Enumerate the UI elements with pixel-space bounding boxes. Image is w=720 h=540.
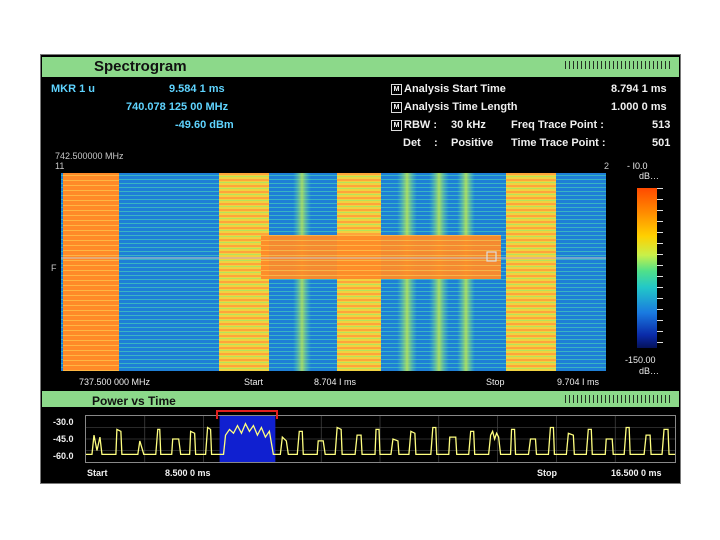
spectrogram-start-value: 8.704 I ms [314,377,357,387]
time-trace-point-value: 501 [652,137,671,149]
color-scale-bottom: -150.00 [625,355,656,365]
analyzer-window: Spectrogram MKR 1 u 9.584 1 ms 740.078 1… [40,54,681,484]
spectrogram-display[interactable] [61,173,606,371]
rbw-value: 30 kHz [451,119,486,131]
marker-frequency: 740.078 125 00 MHz [126,101,229,113]
edit-box-icon: M [391,120,402,131]
pvt-ytick-mid: -45.0 [53,434,74,444]
color-scale-ticks [657,188,663,348]
pvt-stop-value: 16.500 0 ms [611,468,662,478]
spectrogram-title-bar: Spectrogram [42,57,679,77]
color-scale-bar [637,188,657,348]
analysis-start-time-value: 8.794 1 ms [611,83,667,95]
pvt-start-label: Start [87,468,108,478]
rbw-setting[interactable]: M RBW : [391,119,437,131]
spectrogram-title: Spectrogram [94,58,187,75]
color-scale-top: - I0.0 [627,161,648,171]
spectrogram-stop-value: 9.704 I ms [557,377,600,387]
bottom-frequency-label: 737.500 000 MHz [79,377,151,387]
marker-power: -49.60 dBm [175,119,234,131]
freq-trace-point-value: 513 [652,119,671,131]
analysis-window-bracket [216,410,278,419]
edit-box-icon: M [391,102,402,113]
detector-colon: : [434,137,438,149]
detector-value: Positive [451,137,494,149]
spectrogram-stop-label: Stop [486,377,505,387]
pvt-title: Power vs Time [92,394,176,408]
pvt-tick-ruler [565,395,673,403]
freq-trace-point-label: Freq Trace Point : [511,119,604,131]
pvt-stop-label: Stop [537,468,557,478]
pvt-ytick-top: -30.0 [53,417,74,427]
color-scale-bottom-unit: dB… [639,366,660,376]
spectrogram-start-label: Start [244,377,264,387]
title-tick-ruler [565,61,673,69]
analysis-start-time-setting[interactable]: M Analysis Start Time [391,83,506,95]
time-trace-point-label: Time Trace Point : [511,137,606,149]
marker-time: 9.584 1 ms [169,83,225,95]
top-left-mark: 11 [55,161,65,171]
top-frequency-label: 742.500000 MHz [55,151,124,161]
analysis-time-length-value: 1.000 0 ms [611,101,667,113]
analysis-time-length-setting[interactable]: M Analysis Time Length [391,101,518,113]
top-right-mark: 2 [604,161,610,171]
pvt-start-value: 8.500 0 ms [165,468,211,478]
pvt-title-bar: Power vs Time [42,391,679,408]
detector-label: Det [403,137,421,149]
frequency-mark: F [51,263,57,273]
edit-box-icon: M [391,84,402,95]
analysis-window-box[interactable] [219,416,276,462]
pvt-ytick-bottom: -60.0 [53,451,74,461]
marker-label: MKR 1 u [51,83,95,95]
color-scale-top-unit: dB… [639,171,660,181]
power-vs-time-display[interactable] [85,415,676,463]
